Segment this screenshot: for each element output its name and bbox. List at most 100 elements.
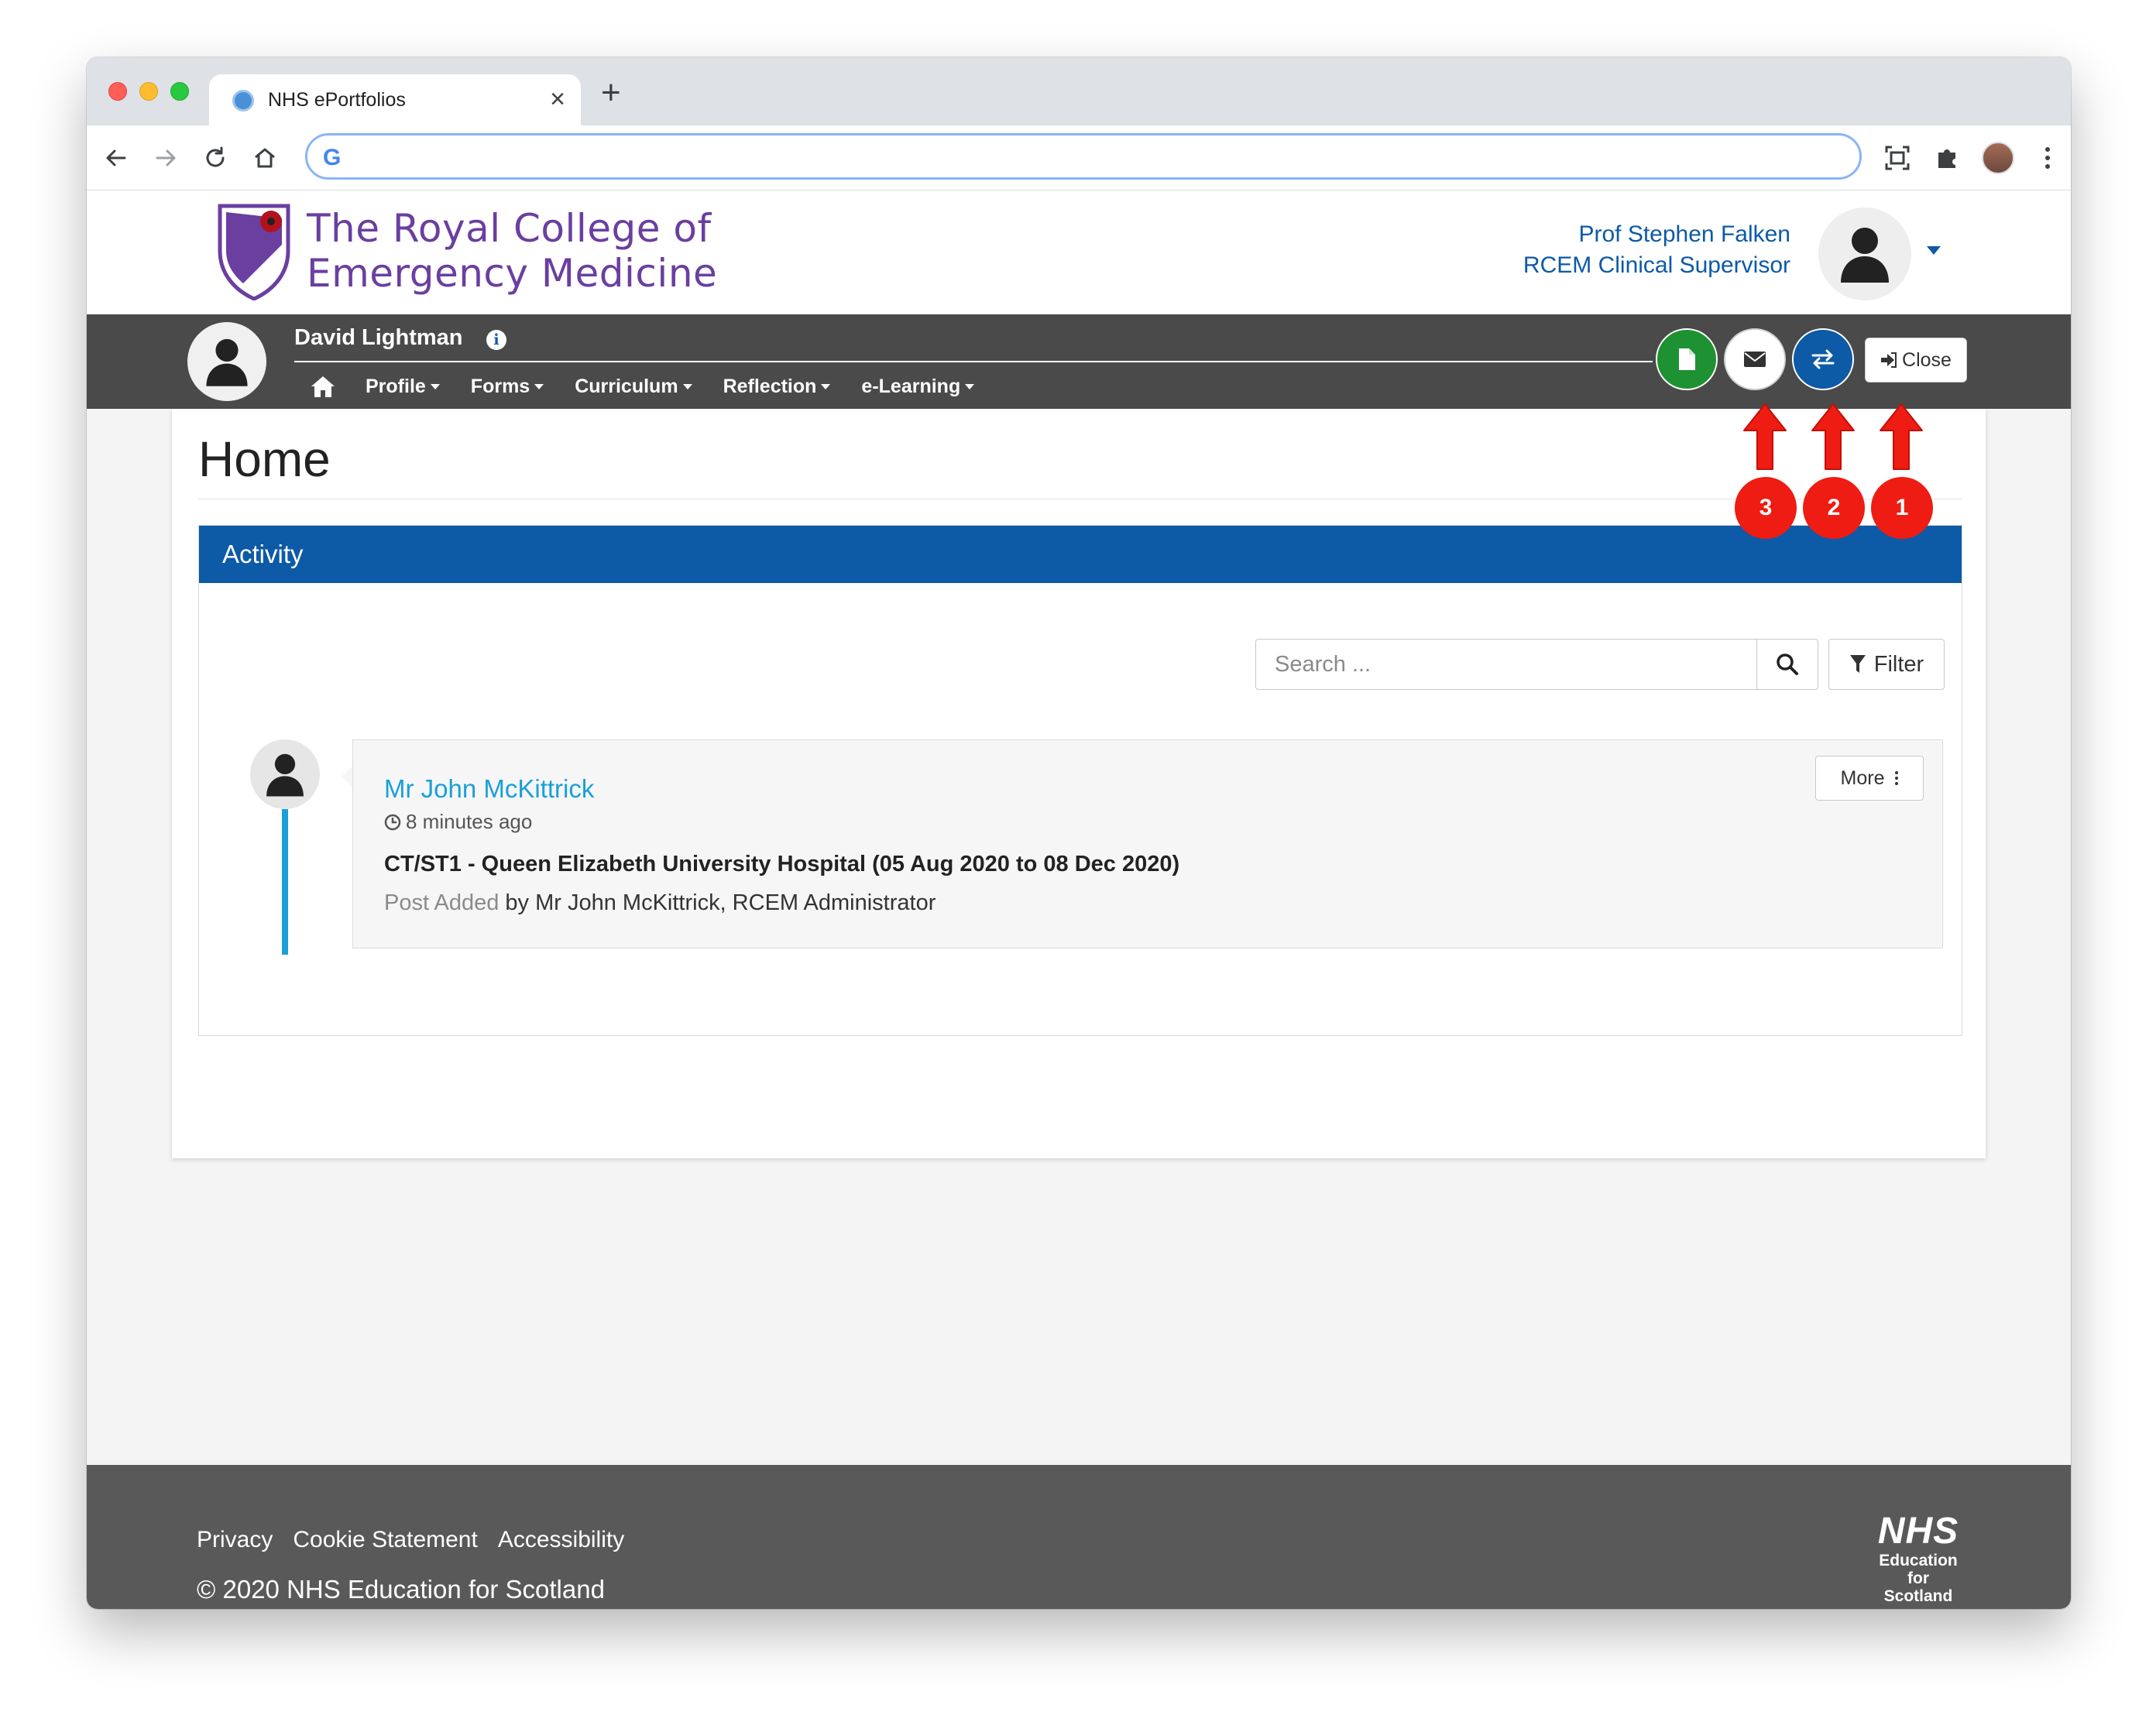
funnel-icon	[1849, 655, 1866, 673]
reload-button[interactable]	[197, 139, 234, 177]
annotation-badge-2: 2	[1803, 477, 1865, 539]
tab-close-button[interactable]: ×	[550, 84, 565, 115]
trainee-menu: Profile Forms Curriculum Reflection e-Le…	[308, 372, 1005, 401]
entry-detail: Post Added by Mr John McKittrick, RCEM A…	[384, 890, 936, 916]
puzzle-icon	[1938, 149, 1955, 168]
nhs-sub-line: Education	[1879, 1552, 1958, 1569]
documents-button[interactable]	[1656, 328, 1718, 390]
entry-timestamp: 8 minutes ago	[384, 810, 532, 834]
arrow-left-icon	[106, 149, 126, 166]
timeline-line	[282, 809, 288, 955]
entry-pointer	[342, 766, 352, 787]
new-tab-button[interactable]: +	[601, 74, 621, 111]
nhs-logo: NHS Education for Scotland	[1862, 1511, 1975, 1606]
divider	[294, 361, 1653, 362]
author-avatar	[250, 739, 320, 809]
caret-down-icon	[821, 383, 831, 389]
menu-profile[interactable]: Profile	[366, 376, 440, 398]
copyright: © 2020 NHS Education for Scotland	[197, 1575, 605, 1604]
entry-heading: CT/ST1 - Queen Elizabeth University Hosp…	[384, 852, 1180, 876]
tab-title: NHS ePortfolios	[268, 89, 406, 111]
nhs-sub-line: for	[1907, 1569, 1929, 1587]
clock-icon	[384, 814, 401, 830]
site-footer: Privacy Cookie Statement Accessibility ©…	[87, 1465, 2071, 1609]
footer-link-accessibility[interactable]: Accessibility	[498, 1527, 624, 1553]
filter-button[interactable]: Filter	[1828, 639, 1945, 690]
switch-trainee-button[interactable]	[1792, 328, 1854, 390]
extensions-button[interactable]	[1928, 139, 1965, 177]
menu-item-label: e-Learning	[861, 375, 961, 397]
nhs-mark: NHS	[1877, 1511, 1959, 1552]
globe-icon	[232, 90, 254, 111]
menu-curriculum[interactable]: Curriculum	[575, 376, 692, 398]
user-silhouette-icon	[1841, 228, 1889, 283]
reload-icon	[206, 146, 225, 167]
menu-forms[interactable]: Forms	[471, 376, 544, 398]
caret-down-icon	[682, 383, 692, 389]
footer-link-privacy[interactable]: Privacy	[197, 1527, 273, 1553]
page-title: Home	[198, 431, 331, 487]
filter-label: Filter	[1873, 651, 1924, 677]
info-icon[interactable]: i	[486, 330, 506, 350]
college-name-line2: Emergency Medicine	[307, 251, 718, 296]
footer-links: Privacy Cookie Statement Accessibility	[197, 1527, 644, 1553]
menu-reflection[interactable]: Reflection	[723, 376, 831, 398]
menu-item-label: Profile	[366, 375, 426, 397]
entry-type: Post Added	[384, 890, 500, 915]
user-menu-caret-icon[interactable]	[1927, 246, 1941, 255]
entry-author-link[interactable]: Mr John McKittrick	[384, 774, 594, 804]
browser-tab[interactable]: NHS ePortfolios ×	[209, 74, 581, 125]
annotation-arrow-icon	[1743, 403, 1787, 470]
address-bar[interactable]: G	[305, 133, 1862, 180]
screen-capture-button[interactable]	[1879, 139, 1916, 177]
menu-item-label: Forms	[470, 375, 530, 397]
close-window-button[interactable]	[108, 82, 127, 101]
menu-item-label: Reflection	[723, 375, 817, 397]
vertical-ellipsis-icon	[1895, 771, 1899, 785]
forward-button[interactable]	[147, 139, 184, 177]
menu-item-label: Curriculum	[575, 375, 678, 397]
trainee-name: David Lightman	[294, 325, 463, 350]
annotation-badge-1: 1	[1871, 477, 1933, 539]
user-name[interactable]: Prof Stephen Falken	[1578, 221, 1790, 248]
user-role: RCEM Clinical Supervisor	[1523, 252, 1790, 278]
arrow-right-icon	[156, 149, 176, 166]
envelope-icon	[1744, 352, 1766, 367]
search-input[interactable]	[1255, 639, 1757, 690]
maximize-window-button[interactable]	[170, 82, 189, 101]
minimize-window-button[interactable]	[139, 82, 158, 101]
entry-detail-text: by Mr John McKittrick, RCEM Administrato…	[505, 890, 936, 915]
user-avatar[interactable]	[1818, 208, 1911, 300]
site-header: The Royal College of Emergency Medicine …	[87, 190, 2071, 314]
caret-down-icon	[534, 383, 544, 389]
user-silhouette-icon	[206, 338, 248, 386]
caret-down-icon	[430, 383, 440, 389]
activity-header: Activity	[199, 526, 1962, 583]
profile-button[interactable]	[1979, 139, 2017, 177]
home-button[interactable]	[246, 139, 283, 177]
annotation-arrow-icon	[1880, 403, 1923, 470]
menu-e-learning[interactable]: e-Learning	[861, 375, 975, 398]
more-label: More	[1840, 767, 1885, 789]
browser-toolbar: G	[87, 125, 2071, 190]
back-button[interactable]	[98, 139, 135, 177]
annotation-arrow-icon	[1811, 403, 1855, 470]
browser-menu-button[interactable]	[2029, 139, 2066, 177]
close-trainee-button[interactable]: Close	[1865, 338, 1967, 382]
user-silhouette-icon	[266, 753, 304, 797]
browser-window: NHS ePortfolios × + G The Royal College …	[87, 57, 2071, 1609]
activity-panel: Activity Filter Mr John McKittrick 8 min…	[198, 525, 1962, 1036]
more-button[interactable]: More	[1815, 756, 1924, 801]
caret-down-icon	[965, 383, 975, 389]
college-shield-icon	[218, 204, 290, 300]
kebab-menu-icon	[2045, 147, 2050, 169]
activity-entry: Mr John McKittrick 8 minutes ago CT/ST1 …	[352, 739, 1943, 948]
annotation-badge-3: 3	[1735, 477, 1797, 539]
sign-out-icon	[1881, 352, 1897, 368]
search-button[interactable]	[1756, 639, 1818, 690]
google-icon: G	[323, 145, 342, 170]
menu-home-button[interactable]	[308, 372, 338, 401]
messages-button[interactable]	[1724, 328, 1786, 390]
tab-strip: NHS ePortfolios × +	[87, 57, 2071, 125]
footer-link-cookie-statement[interactable]: Cookie Statement	[293, 1527, 477, 1553]
